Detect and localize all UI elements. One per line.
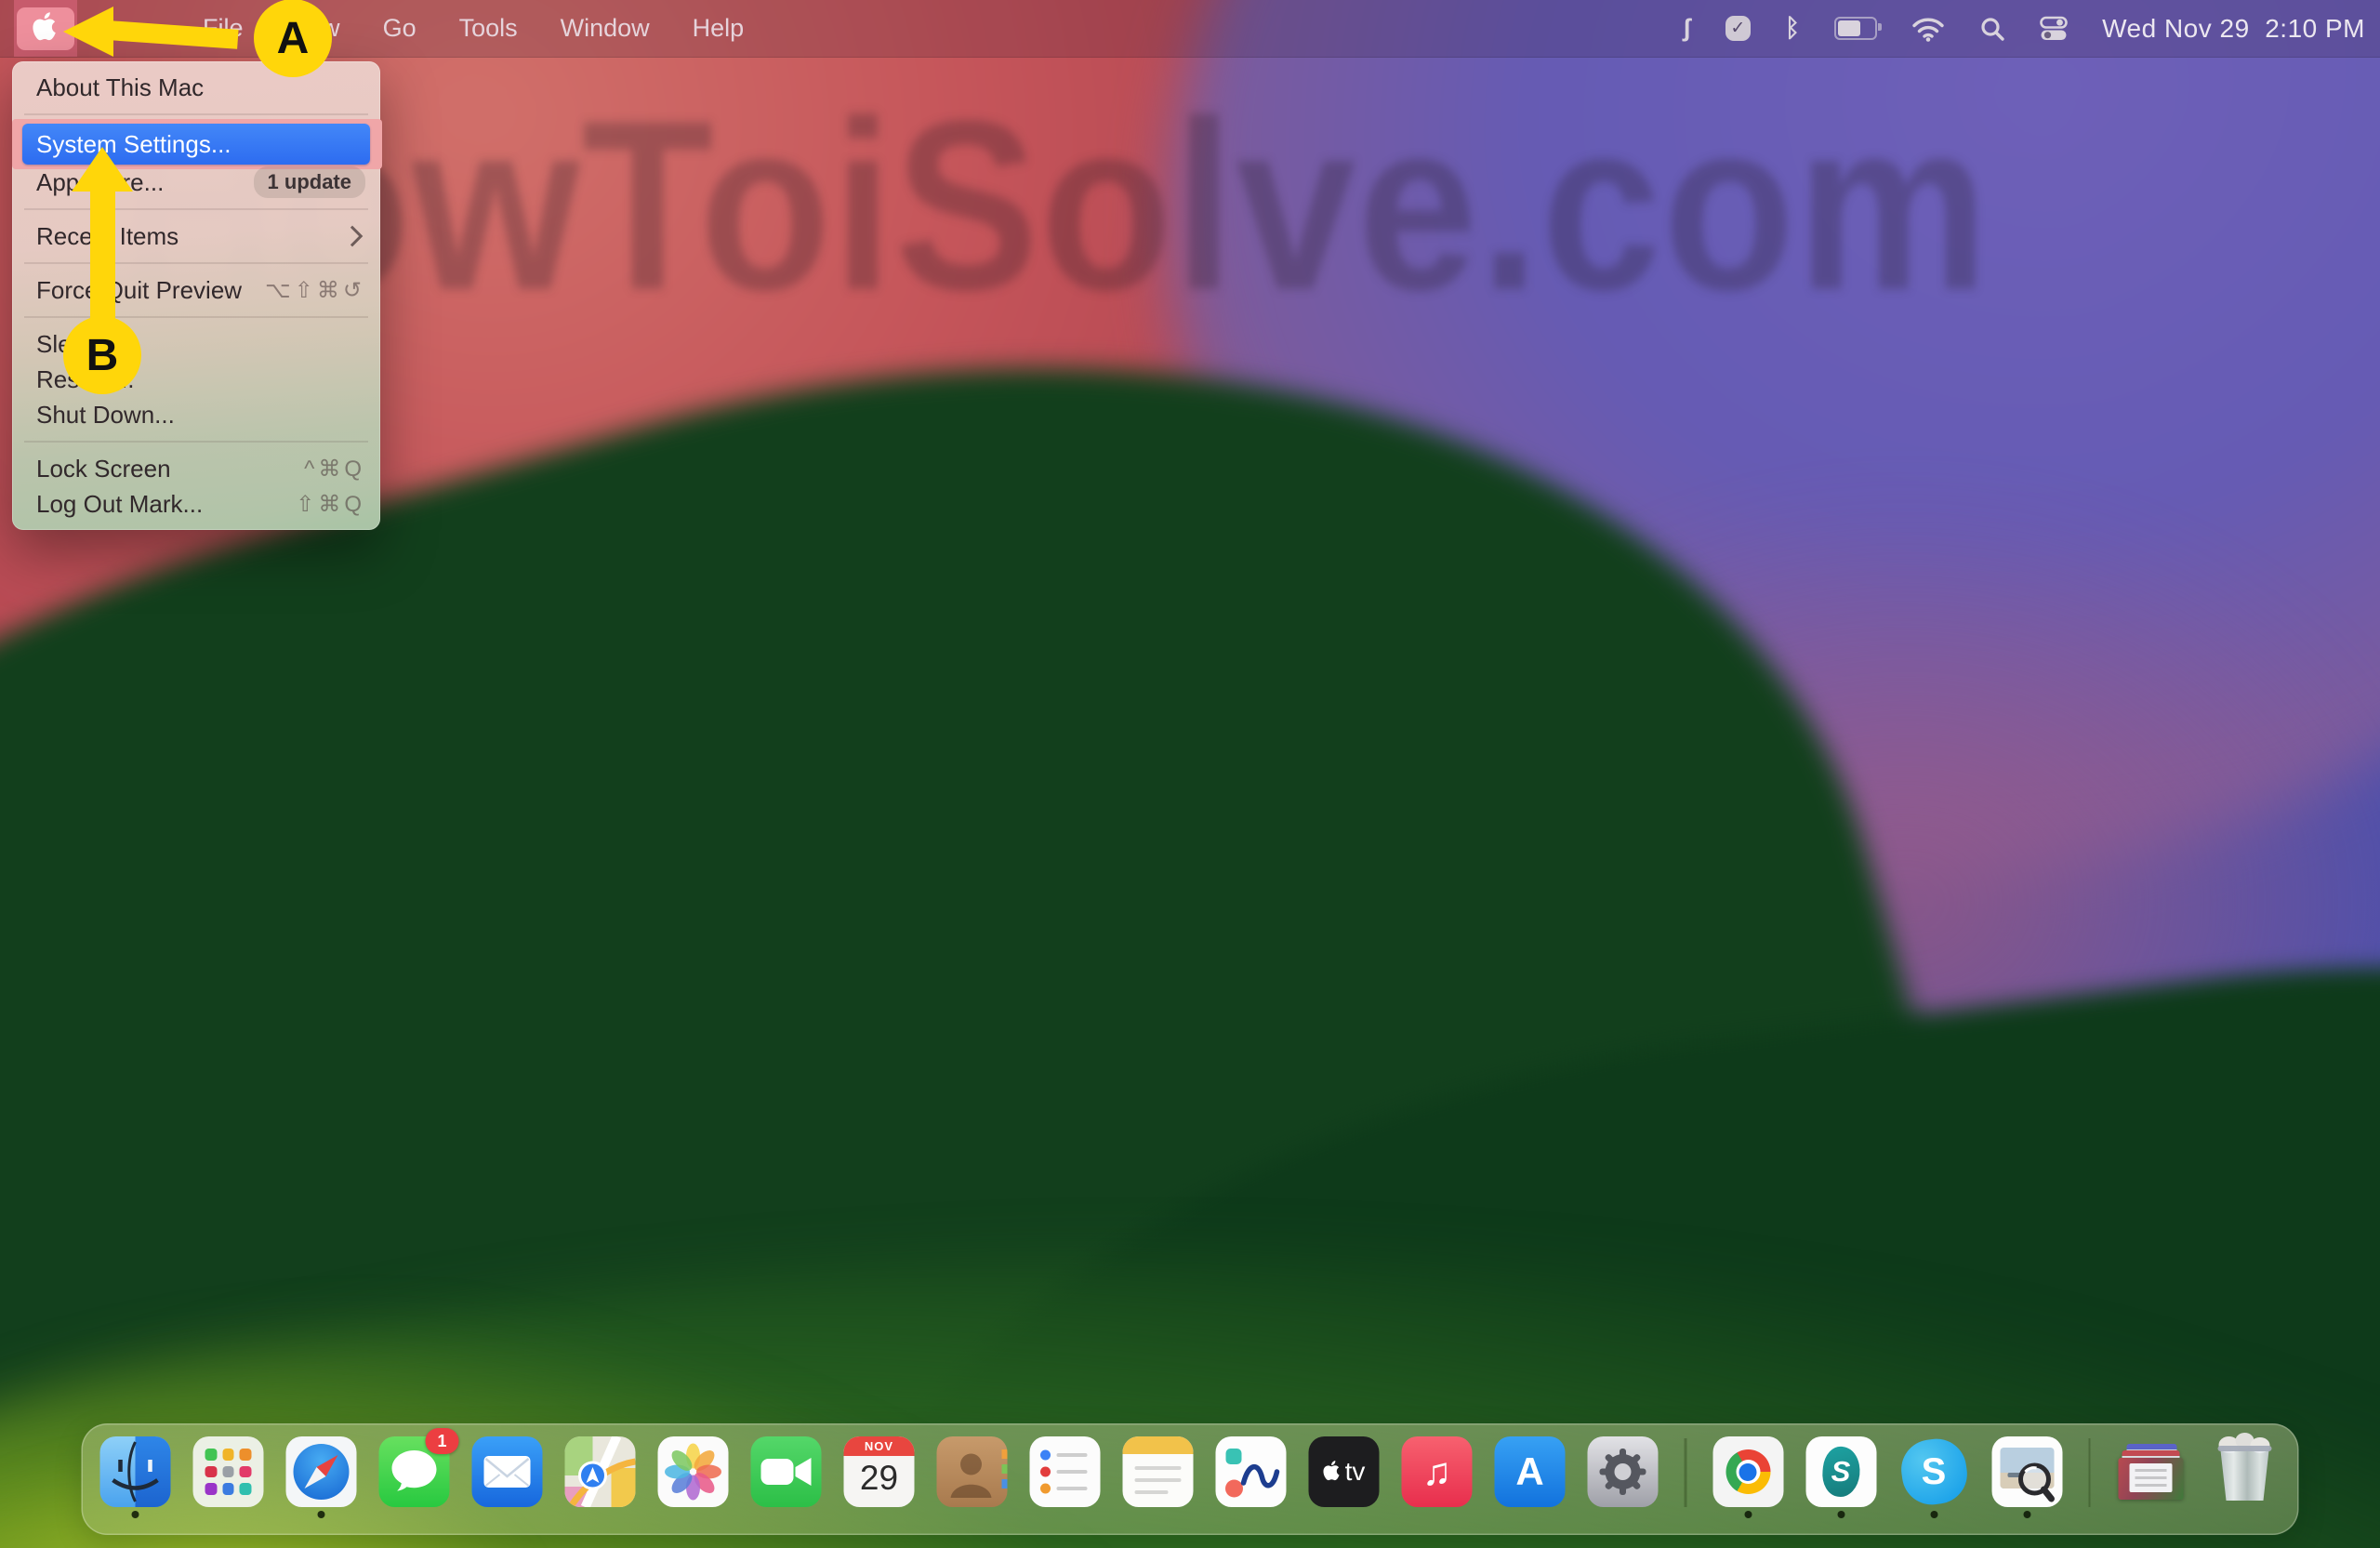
running-indicator-dot	[2023, 1511, 2030, 1518]
running-indicator-dot	[132, 1511, 139, 1518]
dock-separator	[2088, 1438, 2091, 1507]
spotlight-search-icon[interactable]	[1979, 16, 2005, 42]
chevron-right-icon	[342, 226, 364, 247]
menu-item-recent-items[interactable]: Recent Items	[12, 218, 380, 254]
running-indicator-dot	[1837, 1511, 1844, 1518]
annotation-arrow-b-shaft	[90, 191, 115, 323]
calendar-day: 29	[844, 1459, 915, 1498]
shortcut-log-out: ⇧⌘Q	[296, 491, 365, 518]
minimized-window-dock-icon[interactable]	[2117, 1436, 2188, 1507]
calendar-month: NOV	[844, 1436, 915, 1456]
preview-dock-icon[interactable]	[1991, 1436, 2062, 1507]
menu-go[interactable]: Go	[362, 14, 438, 43]
dock-separator	[1685, 1438, 1687, 1507]
finder-dock-icon[interactable]	[100, 1436, 171, 1507]
calendar-dock-icon[interactable]: NOV 29	[844, 1436, 915, 1507]
menu-tools[interactable]: Tools	[438, 14, 539, 43]
menu-bar-clock[interactable]: Wed Nov 29 2:10 PM	[2102, 14, 2365, 44]
menu-item-force-quit[interactable]: Force Quit Preview ⌥⇧⌘↺	[12, 272, 380, 308]
menu-divider	[24, 113, 368, 115]
maps-dock-icon[interactable]	[565, 1436, 636, 1507]
bluetooth-icon[interactable]: ᛒ	[1785, 14, 1800, 43]
menu-divider	[24, 262, 368, 264]
running-indicator-dot	[1744, 1511, 1752, 1518]
contacts-dock-icon[interactable]	[937, 1436, 1008, 1507]
facetime-dock-icon[interactable]	[751, 1436, 822, 1507]
menu-item-lock-screen[interactable]: Lock Screen ^⌘Q	[12, 451, 380, 486]
mail-dock-icon[interactable]	[472, 1436, 543, 1507]
chrome-dock-icon[interactable]	[1712, 1436, 1783, 1507]
annotation-step-a: A	[254, 0, 332, 77]
dock: 1 NOV 29 tv ♫ A SS	[82, 1423, 2299, 1535]
trash-dock-icon[interactable]	[2210, 1436, 2281, 1507]
reminders-dock-icon[interactable]	[1030, 1436, 1101, 1507]
shortcut-force-quit: ⌥⇧⌘↺	[265, 277, 365, 304]
safari-dock-icon[interactable]	[286, 1436, 357, 1507]
annotation-step-b: B	[63, 316, 141, 394]
site-watermark: HowToiSolve.com	[121, 67, 1990, 345]
menu-item-app-store[interactable]: App Store... 1 update	[12, 165, 380, 200]
update-badge: 1 update	[254, 166, 365, 198]
system-settings-dock-icon[interactable]	[1588, 1436, 1659, 1507]
running-indicator-dot	[1930, 1511, 1937, 1518]
menu-bar: File View Go Tools Window Help ʃ ✓ ᛒ Wed…	[0, 0, 2380, 58]
notification-badge: 1	[426, 1428, 459, 1454]
menu-divider	[24, 208, 368, 210]
messages-dock-icon[interactable]: 1	[379, 1436, 450, 1507]
apple-tv-dock-icon[interactable]: tv	[1309, 1436, 1380, 1507]
menu-bar-status: ʃ ✓ ᛒ Wed Nov 29 2:10 PM	[1683, 0, 2380, 57]
checkmark-status-icon[interactable]: ✓	[1726, 16, 1751, 41]
launchpad-dock-icon[interactable]	[193, 1436, 264, 1507]
skype-dock-icon[interactable]: S	[1898, 1436, 1969, 1507]
running-indicator-dot	[318, 1511, 325, 1518]
menu-help[interactable]: Help	[671, 14, 766, 43]
surfshark-status-icon[interactable]: ʃ	[1683, 14, 1691, 43]
control-center-icon[interactable]	[2040, 16, 2068, 42]
shortcut-lock-screen: ^⌘Q	[304, 456, 365, 483]
annotation-arrow-b-head	[72, 147, 133, 192]
desktop: HowToiSolve.com File View Go Tools Windo…	[0, 0, 2380, 1548]
freeform-dock-icon[interactable]	[1216, 1436, 1287, 1507]
music-dock-icon[interactable]: ♫	[1402, 1436, 1473, 1507]
wifi-icon[interactable]	[1911, 16, 1945, 42]
photos-dock-icon[interactable]	[658, 1436, 729, 1507]
annotation-arrow-a-head	[63, 7, 113, 57]
menu-divider	[24, 441, 368, 443]
menu-item-log-out[interactable]: Log Out Mark... ⇧⌘Q	[12, 486, 380, 522]
menu-item-shut-down[interactable]: Shut Down...	[12, 397, 380, 432]
menu-window[interactable]: Window	[539, 14, 671, 43]
apple-logo-icon	[32, 9, 60, 47]
notes-dock-icon[interactable]	[1123, 1436, 1194, 1507]
app-store-dock-icon[interactable]: A	[1495, 1436, 1566, 1507]
apple-menu: About This Mac System Settings... App St…	[12, 61, 380, 530]
battery-icon[interactable]	[1834, 17, 1877, 40]
surfshark-dock-icon[interactable]: S	[1805, 1436, 1876, 1507]
